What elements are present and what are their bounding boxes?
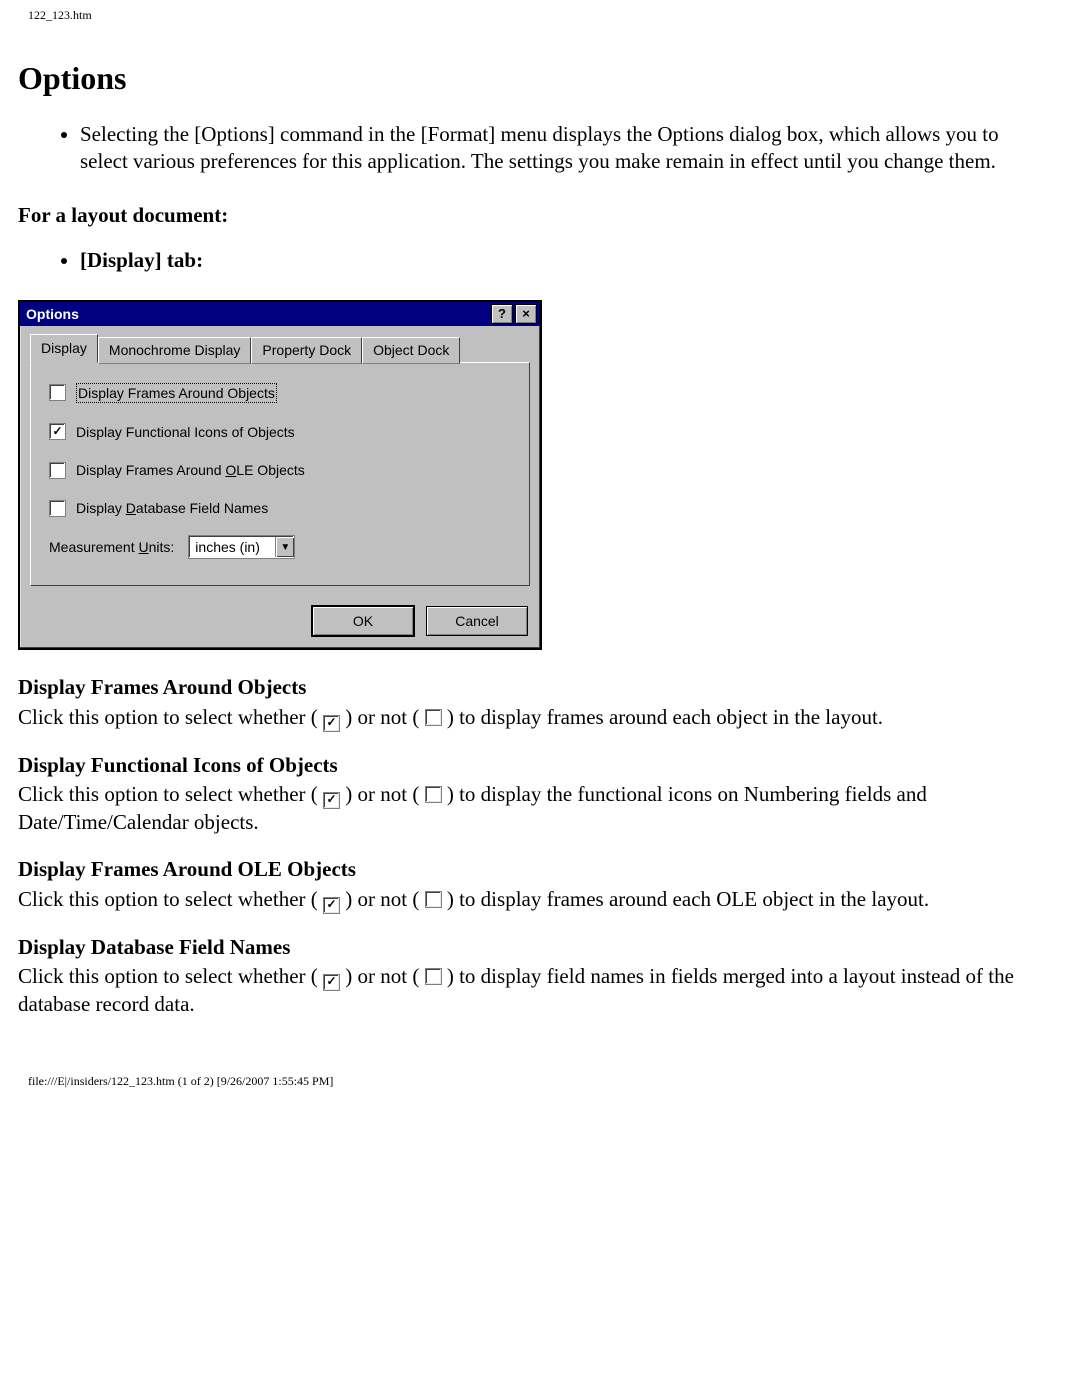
tab-panel-display: Display Frames Around Objects ✓ Display … xyxy=(30,362,530,587)
checkbox-functional-icons[interactable]: ✓ xyxy=(49,423,66,440)
combo-measurement-units[interactable]: inches (in) ▼ xyxy=(188,535,295,559)
chevron-down-icon[interactable]: ▼ xyxy=(275,537,294,557)
label-measurement-units: Measurement Units: xyxy=(49,538,174,556)
checkbox-db-field-names[interactable] xyxy=(49,500,66,517)
checked-icon: ✓ xyxy=(323,715,340,732)
checked-icon: ✓ xyxy=(323,974,340,991)
tab-strip: Display Monochrome Display Property Dock… xyxy=(30,334,530,362)
section-heading: Display Frames Around Objects xyxy=(18,674,1062,701)
checkbox-frames-objects[interactable] xyxy=(49,384,66,401)
close-icon[interactable]: × xyxy=(515,304,537,324)
combo-value: inches (in) xyxy=(189,538,275,556)
ok-button[interactable]: OK xyxy=(312,606,414,636)
label-functional-icons: Display Functional Icons of Objects xyxy=(76,423,295,441)
section-heading: Display Functional Icons of Objects xyxy=(18,752,1062,779)
label-frames-ole: Display Frames Around OLE Objects xyxy=(76,461,305,479)
tab-display[interactable]: Display xyxy=(30,334,98,362)
section-body: Click this option to select whether ( ✓ … xyxy=(18,704,1062,732)
tab-monochrome-display[interactable]: Monochrome Display xyxy=(98,337,252,363)
intro-text: Selecting the [Options] command in the [… xyxy=(80,121,1062,176)
page-path: 122_123.htm xyxy=(28,8,1062,24)
section-body: Click this option to select whether ( ✓ … xyxy=(18,963,1062,1018)
tab-object-dock[interactable]: Object Dock xyxy=(362,337,460,363)
section-body: Click this option to select whether ( ✓ … xyxy=(18,781,1062,836)
display-tab-bullet: [Display] tab: xyxy=(80,247,1062,274)
page-footer: file:///E|/insiders/122_123.htm (1 of 2)… xyxy=(28,1074,1062,1090)
unchecked-icon xyxy=(425,968,442,985)
label-frames-objects: Display Frames Around Objects xyxy=(76,383,277,403)
section-heading: Display Database Field Names xyxy=(18,934,1062,961)
section-body: Click this option to select whether ( ✓ … xyxy=(18,886,1062,914)
checked-icon: ✓ xyxy=(323,792,340,809)
checkbox-frames-ole[interactable] xyxy=(49,462,66,479)
layout-doc-heading: For a layout document: xyxy=(18,202,1062,229)
options-dialog: Options ? × Display Monochrome Display P… xyxy=(18,300,542,650)
page-title: Options xyxy=(18,58,1062,100)
checked-icon: ✓ xyxy=(323,897,340,914)
unchecked-icon xyxy=(425,786,442,803)
section-heading: Display Frames Around OLE Objects xyxy=(18,856,1062,883)
dialog-title-text: Options xyxy=(26,305,489,323)
help-icon[interactable]: ? xyxy=(491,304,513,324)
tab-property-dock[interactable]: Property Dock xyxy=(251,337,362,363)
label-db-field-names: Display Database Field Names xyxy=(76,499,268,517)
unchecked-icon xyxy=(425,709,442,726)
cancel-button[interactable]: Cancel xyxy=(426,606,528,636)
dialog-titlebar: Options ? × xyxy=(20,302,540,326)
unchecked-icon xyxy=(425,891,442,908)
